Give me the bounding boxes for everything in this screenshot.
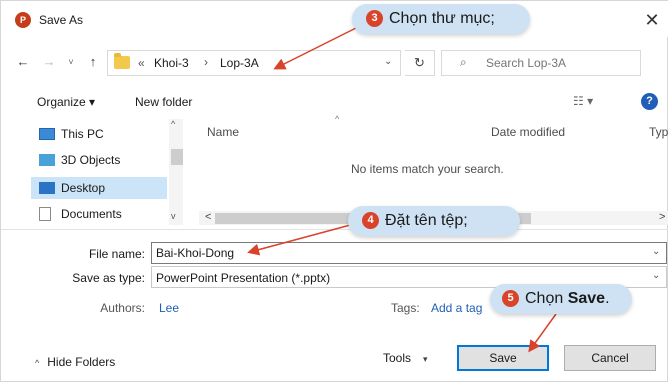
close-button[interactable]: ✕ (641, 9, 663, 31)
tags-label: Tags: (391, 301, 420, 315)
tools-label: Tools (383, 351, 412, 365)
callout-step-4: 4 Đặt tên tệp; (348, 206, 520, 236)
search-icon: ⌕ (460, 55, 467, 69)
hide-folders-button[interactable]: ^ Hide Folders (35, 355, 115, 369)
file-name-label: File name: (88, 247, 145, 261)
navpane-scroll-thumb[interactable] (171, 149, 183, 165)
breadcrumb-lop-3a[interactable]: Lop-3A (220, 56, 259, 70)
column-header-name[interactable]: Name (207, 125, 239, 139)
callout-text: Đặt tên tệp; (385, 212, 468, 229)
authors-label: Authors: (100, 301, 145, 315)
address-bar[interactable]: « Khoi-3 › Lop-3A ⌄ (107, 50, 401, 76)
step-number-badge: 3 (366, 10, 383, 27)
document-icon (39, 207, 51, 221)
scroll-left-icon[interactable]: < (205, 211, 211, 223)
sidebar-item-this-pc[interactable]: This PC (39, 123, 167, 145)
navpane-scrollbar[interactable] (169, 119, 183, 225)
tools-menu-button[interactable]: Tools ▾ (383, 351, 428, 365)
add-tag-link[interactable]: Add a tag (431, 301, 482, 315)
dialog-title: Save As (39, 13, 84, 27)
step-number-badge: 5 (502, 290, 519, 307)
breadcrumb-khoi-3[interactable]: Khoi-3 (154, 56, 189, 70)
powerpoint-icon: P (15, 12, 31, 28)
callout-text-suffix: . (605, 290, 610, 307)
sidebar-item-desktop[interactable]: Desktop (31, 177, 167, 199)
cancel-button[interactable]: Cancel (564, 345, 656, 371)
breadcrumb-separator-icon[interactable]: › (204, 55, 208, 69)
search-box[interactable]: ⌕ (441, 50, 641, 76)
help-icon[interactable]: ? (641, 93, 658, 110)
file-name-field[interactable]: ⌄ (151, 242, 667, 264)
divider (1, 229, 668, 230)
callout-step-5: 5 Chọn Save. (490, 284, 632, 314)
save-as-dialog: P Save As ✕ ← → ˅ ↑ « Khoi-3 › Lop-3A ⌄ … (0, 0, 668, 382)
callout-text: Chọn thư mục; (389, 10, 495, 27)
cube-icon (39, 154, 55, 166)
computer-icon (39, 128, 55, 140)
back-arrow-icon[interactable]: ← (15, 53, 31, 71)
navigation-pane: This PC 3D Objects Desktop Documents (29, 119, 189, 227)
folder-icon (114, 53, 130, 69)
scroll-down-icon[interactable]: v (171, 211, 176, 221)
organize-menu-button[interactable]: Organize ▾ (37, 95, 95, 109)
save-as-type-label: Save as type: (72, 271, 145, 285)
search-input[interactable] (486, 56, 636, 70)
sidebar-item-label: Documents (61, 207, 122, 221)
chevron-down-icon[interactable]: ⌄ (652, 270, 660, 281)
sidebar-item-label: 3D Objects (61, 153, 121, 167)
chevron-down-icon: ▾ (423, 354, 428, 364)
chevron-down-icon[interactable]: ⌄ (652, 246, 660, 257)
sidebar-item-3d-objects[interactable]: 3D Objects (39, 149, 167, 171)
refresh-icon[interactable]: ↻ (405, 50, 435, 76)
callout-text-prefix: Chọn (525, 290, 568, 307)
callout-step-3: 3 Chọn thư mục; (352, 4, 530, 34)
file-name-input[interactable] (156, 246, 636, 260)
sidebar-item-label: Desktop (61, 181, 106, 195)
column-header-type[interactable]: Type (649, 125, 668, 139)
forward-arrow-icon[interactable]: → (41, 53, 57, 71)
desktop-icon (39, 182, 55, 194)
save-button[interactable]: Save (457, 345, 549, 371)
title-bar: P Save As ✕ (1, 1, 668, 37)
address-dropdown-icon[interactable]: ⌄ (384, 56, 392, 67)
chevron-up-icon: ^ (35, 358, 40, 368)
scroll-up-icon[interactable]: ^ (171, 119, 175, 129)
sort-indicator-icon: ^ (335, 114, 340, 124)
sidebar-item-label: This PC (61, 127, 104, 141)
empty-list-message: No items match your search. (351, 162, 504, 176)
address-overflow-icon[interactable]: « (138, 56, 145, 70)
callout-text-bold: Save (567, 290, 606, 307)
command-bar: Organize ▾ New folder ☷ ▾ ? (1, 87, 668, 117)
step-number-badge: 4 (362, 212, 379, 229)
save-as-type-value: PowerPoint Presentation (*.pptx) (156, 271, 331, 285)
new-folder-button[interactable]: New folder (135, 95, 192, 109)
up-arrow-icon[interactable]: ↑ (85, 53, 101, 71)
recent-locations-chevron-icon[interactable]: ˅ (63, 53, 79, 71)
sidebar-item-documents[interactable]: Documents (39, 203, 167, 225)
view-options-icon[interactable]: ☷ ▾ (573, 94, 593, 108)
authors-value[interactable]: Lee (159, 301, 179, 315)
navigation-row: ← → ˅ ↑ « Khoi-3 › Lop-3A ⌄ ↻ ⌕ (1, 45, 668, 81)
column-header-date-modified[interactable]: Date modified (491, 125, 565, 139)
scroll-right-icon[interactable]: > (659, 211, 665, 223)
hide-folders-label: Hide Folders (47, 355, 116, 369)
